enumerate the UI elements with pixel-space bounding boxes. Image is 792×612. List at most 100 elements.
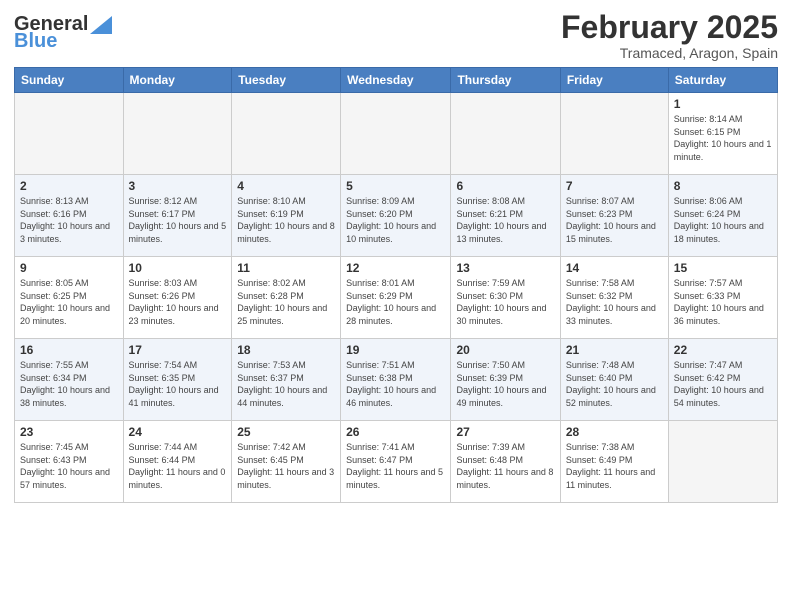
day-number: 1: [674, 97, 772, 111]
day-number: 12: [346, 261, 445, 275]
day-number: 8: [674, 179, 772, 193]
table-row: 19 Sunrise: 7:51 AM Sunset: 6:38 PM Dayli…: [341, 339, 451, 421]
logo: General Blue: [14, 14, 112, 52]
day-number: 26: [346, 425, 445, 439]
table-row: [232, 93, 341, 175]
day-info: Sunrise: 8:14 AM Sunset: 6:15 PM Dayligh…: [674, 113, 772, 163]
table-row: [560, 93, 668, 175]
day-info: Sunrise: 7:44 AM Sunset: 6:44 PM Dayligh…: [129, 441, 227, 491]
col-friday: Friday: [560, 68, 668, 93]
table-row: 22 Sunrise: 7:47 AM Sunset: 6:42 PM Dayli…: [668, 339, 777, 421]
month-title: February 2025: [561, 10, 778, 45]
day-number: 4: [237, 179, 335, 193]
day-info: Sunrise: 8:06 AM Sunset: 6:24 PM Dayligh…: [674, 195, 772, 245]
calendar-week-row: 1 Sunrise: 8:14 AM Sunset: 6:15 PM Daylig…: [15, 93, 778, 175]
day-number: 25: [237, 425, 335, 439]
col-sunday: Sunday: [15, 68, 124, 93]
table-row: 14 Sunrise: 7:58 AM Sunset: 6:32 PM Dayli…: [560, 257, 668, 339]
day-number: 10: [129, 261, 227, 275]
day-info: Sunrise: 7:53 AM Sunset: 6:37 PM Dayligh…: [237, 359, 335, 409]
location-subtitle: Tramaced, Aragon, Spain: [561, 45, 778, 61]
table-row: 21 Sunrise: 7:48 AM Sunset: 6:40 PM Dayli…: [560, 339, 668, 421]
day-info: Sunrise: 7:48 AM Sunset: 6:40 PM Dayligh…: [566, 359, 663, 409]
day-number: 7: [566, 179, 663, 193]
table-row: 27Sunrise: 7:39 AM Sunset: 6:48 PM Dayli…: [451, 421, 560, 503]
day-info: Sunrise: 7:57 AM Sunset: 6:33 PM Dayligh…: [674, 277, 772, 327]
table-row: [451, 93, 560, 175]
table-row: 24 Sunrise: 7:44 AM Sunset: 6:44 PM Dayli…: [123, 421, 232, 503]
day-info: Sunrise: 7:38 AM Sunset: 6:49 PM Dayligh…: [566, 441, 663, 491]
calendar-table: Sunday Monday Tuesday Wednesday Thursday…: [14, 67, 778, 503]
table-row: 15 Sunrise: 7:57 AM Sunset: 6:33 PM Dayli…: [668, 257, 777, 339]
col-tuesday: Tuesday: [232, 68, 341, 93]
day-number: 15: [674, 261, 772, 275]
day-number: 9: [20, 261, 118, 275]
day-number: 17: [129, 343, 227, 357]
table-row: 9 Sunrise: 8:05 AM Sunset: 6:25 PM Daylig…: [15, 257, 124, 339]
day-info: Sunrise: 7:58 AM Sunset: 6:32 PM Dayligh…: [566, 277, 663, 327]
day-number: 3: [129, 179, 227, 193]
table-row: [668, 421, 777, 503]
table-row: [341, 93, 451, 175]
day-number: 19: [346, 343, 445, 357]
day-number: 14: [566, 261, 663, 275]
calendar-week-row: 16 Sunrise: 7:55 AM Sunset: 6:34 PM Dayli…: [15, 339, 778, 421]
day-number: 6: [456, 179, 554, 193]
day-info: Sunrise: 7:45 AM Sunset: 6:43 PM Dayligh…: [20, 441, 118, 491]
calendar-header-row: Sunday Monday Tuesday Wednesday Thursday…: [15, 68, 778, 93]
day-info: Sunrise: 7:54 AM Sunset: 6:35 PM Dayligh…: [129, 359, 227, 409]
day-number: 24: [129, 425, 227, 439]
day-info: Sunrise: 7:41 AM Sunset: 6:47 PM Dayligh…: [346, 441, 445, 491]
table-row: 25 Sunrise: 7:42 AM Sunset: 6:45 PM Dayli…: [232, 421, 341, 503]
day-number: 28: [566, 425, 663, 439]
day-info: Sunrise: 7:59 AM Sunset: 6:30 PM Dayligh…: [456, 277, 554, 327]
day-number: 21: [566, 343, 663, 357]
day-info: Sunrise: 7:47 AM Sunset: 6:42 PM Dayligh…: [674, 359, 772, 409]
table-row: 12Sunrise: 8:01 AM Sunset: 6:29 PM Dayli…: [341, 257, 451, 339]
day-number: 27: [456, 425, 554, 439]
day-info: Sunrise: 8:03 AM Sunset: 6:26 PM Dayligh…: [129, 277, 227, 327]
day-info: Sunrise: 8:12 AM Sunset: 6:17 PM Dayligh…: [129, 195, 227, 245]
table-row: [15, 93, 124, 175]
day-info: Sunrise: 7:50 AM Sunset: 6:39 PM Dayligh…: [456, 359, 554, 409]
day-info: Sunrise: 7:55 AM Sunset: 6:34 PM Dayligh…: [20, 359, 118, 409]
calendar-week-row: 2 Sunrise: 8:13 AM Sunset: 6:16 PM Daylig…: [15, 175, 778, 257]
day-info: Sunrise: 8:07 AM Sunset: 6:23 PM Dayligh…: [566, 195, 663, 245]
day-number: 23: [20, 425, 118, 439]
calendar-week-row: 23 Sunrise: 7:45 AM Sunset: 6:43 PM Dayli…: [15, 421, 778, 503]
table-row: 11Sunrise: 8:02 AM Sunset: 6:28 PM Dayli…: [232, 257, 341, 339]
day-info: Sunrise: 8:05 AM Sunset: 6:25 PM Dayligh…: [20, 277, 118, 327]
table-row: [123, 93, 232, 175]
day-number: 13: [456, 261, 554, 275]
day-info: Sunrise: 8:08 AM Sunset: 6:21 PM Dayligh…: [456, 195, 554, 245]
day-info: Sunrise: 8:13 AM Sunset: 6:16 PM Dayligh…: [20, 195, 118, 245]
col-monday: Monday: [123, 68, 232, 93]
day-number: 11: [237, 261, 335, 275]
day-info: Sunrise: 7:51 AM Sunset: 6:38 PM Dayligh…: [346, 359, 445, 409]
col-saturday: Saturday: [668, 68, 777, 93]
col-thursday: Thursday: [451, 68, 560, 93]
table-row: 1 Sunrise: 8:14 AM Sunset: 6:15 PM Daylig…: [668, 93, 777, 175]
day-number: 5: [346, 179, 445, 193]
day-number: 18: [237, 343, 335, 357]
header-row: General Blue February 2025 Tramaced, Ara…: [14, 10, 778, 61]
table-row: 5Sunrise: 8:09 AM Sunset: 6:20 PM Daylig…: [341, 175, 451, 257]
day-number: 22: [674, 343, 772, 357]
table-row: 3 Sunrise: 8:12 AM Sunset: 6:17 PM Daylig…: [123, 175, 232, 257]
page-container: General Blue February 2025 Tramaced, Ara…: [0, 0, 792, 513]
day-number: 16: [20, 343, 118, 357]
table-row: 10 Sunrise: 8:03 AM Sunset: 6:26 PM Dayli…: [123, 257, 232, 339]
table-row: 17 Sunrise: 7:54 AM Sunset: 6:35 PM Dayli…: [123, 339, 232, 421]
logo-blue: Blue: [14, 31, 112, 52]
table-row: 18 Sunrise: 7:53 AM Sunset: 6:37 PM Dayli…: [232, 339, 341, 421]
table-row: 23 Sunrise: 7:45 AM Sunset: 6:43 PM Dayli…: [15, 421, 124, 503]
day-info: Sunrise: 7:42 AM Sunset: 6:45 PM Dayligh…: [237, 441, 335, 491]
table-row: 7 Sunrise: 8:07 AM Sunset: 6:23 PM Daylig…: [560, 175, 668, 257]
day-number: 2: [20, 179, 118, 193]
table-row: 16 Sunrise: 7:55 AM Sunset: 6:34 PM Dayli…: [15, 339, 124, 421]
table-row: 4Sunrise: 8:10 AM Sunset: 6:19 PM Daylig…: [232, 175, 341, 257]
table-row: 8 Sunrise: 8:06 AM Sunset: 6:24 PM Daylig…: [668, 175, 777, 257]
table-row: 26 Sunrise: 7:41 AM Sunset: 6:47 PM Dayli…: [341, 421, 451, 503]
day-number: 20: [456, 343, 554, 357]
table-row: 28 Sunrise: 7:38 AM Sunset: 6:49 PM Dayli…: [560, 421, 668, 503]
